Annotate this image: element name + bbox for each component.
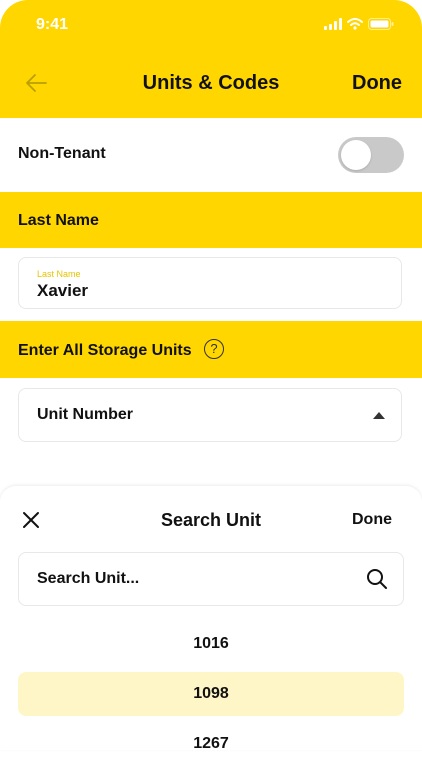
status-icons	[324, 18, 394, 30]
battery-icon	[368, 18, 394, 30]
help-icon[interactable]: ?	[204, 339, 224, 359]
search-icon[interactable]	[365, 567, 389, 591]
header-bar: 9:41 Units & Codes Done	[0, 0, 422, 118]
last-name-value: Xavier	[37, 281, 89, 300]
toggle-knob	[341, 140, 371, 170]
unit-number-value: Unit Number	[37, 406, 133, 423]
signal-icon	[324, 18, 342, 30]
storage-units-section-label: Enter All Storage Units	[18, 342, 192, 359]
search-unit-input[interactable]: Search Unit...	[18, 552, 404, 606]
wifi-icon	[347, 18, 363, 30]
unit-option-selected[interactable]: 1098	[18, 672, 404, 716]
sheet-done-button[interactable]: Done	[352, 511, 392, 529]
last-name-section-label: Last Name	[18, 212, 99, 229]
done-button[interactable]: Done	[352, 72, 402, 95]
caret-up-icon	[373, 412, 385, 419]
last-name-floating-label: Last Name	[37, 269, 81, 279]
non-tenant-row: Non-Tenant	[0, 118, 422, 192]
search-unit-sheet: Search Unit Done Search Unit... 1016 109…	[0, 486, 422, 752]
last-name-field[interactable]: Last Name Xavier	[18, 257, 402, 309]
last-name-section-header: Last Name	[0, 192, 422, 248]
non-tenant-label: Non-Tenant	[18, 145, 106, 162]
unit-option[interactable]: 1267	[18, 722, 404, 766]
status-time: 9:41	[36, 16, 69, 33]
non-tenant-toggle[interactable]	[338, 137, 404, 173]
unit-option[interactable]: 1016	[18, 622, 404, 666]
search-placeholder: Search Unit...	[37, 570, 140, 587]
unit-number-select[interactable]: Unit Number	[18, 388, 402, 442]
